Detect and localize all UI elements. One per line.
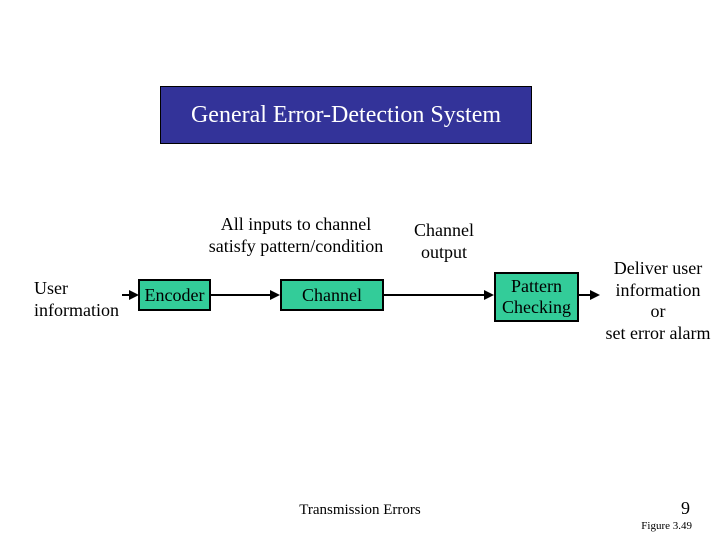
label-user-information: User information [34,278,134,321]
label-user-information-l2: information [34,300,119,320]
block-pattern-checking-label: Pattern Checking [502,276,571,317]
label-deliver-l4: set error alarm [606,323,711,343]
block-encoder: Encoder [138,279,211,311]
arrow-encoder-to-channel-line [211,294,273,296]
label-deliver-l3: or [651,301,666,321]
arrow-encoder-to-channel-head [270,290,280,300]
caption-inputs: All inputs to channel satisfy pattern/co… [186,214,406,257]
slide: General Error-Detection System All input… [0,0,720,540]
label-user-information-l1: User [34,278,68,298]
block-pattern-l1: Pattern [511,276,562,296]
title-box: General Error-Detection System [160,86,532,144]
caption-channel-output-l2: output [421,242,467,262]
arrow-pattern-to-deliver-head [590,290,600,300]
label-deliver: Deliver user information or set error al… [598,258,718,344]
page-number: 9 [681,498,690,519]
caption-channel-output-l1: Channel [414,220,474,240]
caption-inputs-l2: satisfy pattern/condition [209,236,383,256]
label-deliver-l2: information [616,280,701,300]
block-pattern-checking: Pattern Checking [494,272,579,322]
block-channel-label: Channel [302,285,362,306]
title-text: General Error-Detection System [191,102,501,129]
block-channel: Channel [280,279,384,311]
label-deliver-l1: Deliver user [614,258,702,278]
caption-inputs-l1: All inputs to channel [221,214,371,234]
arrow-channel-to-pattern-head [484,290,494,300]
block-encoder-label: Encoder [145,285,205,306]
block-pattern-l2: Checking [502,297,571,317]
caption-channel-output: Channel output [399,220,489,263]
arrow-channel-to-pattern-line [384,294,487,296]
footer-center: Transmission Errors [0,502,720,519]
arrow-user-to-encoder-head [129,290,139,300]
figure-number: Figure 3.49 [641,520,692,532]
